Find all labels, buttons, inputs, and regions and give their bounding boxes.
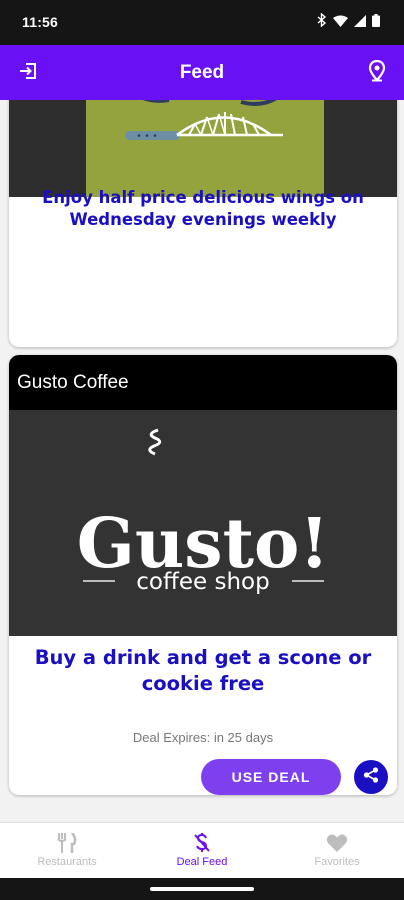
nav-item-favorites[interactable]: Favorites	[270, 823, 404, 879]
gusto-logo-image: Gusto! coffee shop	[9, 410, 397, 636]
bottom-navigation: Restaurants Deal Feed Favorites	[0, 822, 404, 879]
bluetooth-icon	[317, 12, 327, 32]
deal-description: Buy a drink and get a scone or cookie fr…	[34, 646, 372, 695]
fork-knife-icon	[0, 833, 134, 853]
system-gesture-bar	[0, 878, 404, 900]
logo-sub-text: coffee shop	[136, 569, 269, 595]
status-bar: 11:56	[0, 0, 404, 45]
signal-icon	[354, 14, 366, 32]
status-time: 11:56	[22, 14, 59, 30]
card-header: Gusto Coffee	[9, 355, 397, 410]
share-icon	[362, 766, 380, 789]
deal-description: Enjoy half price delicious wings on Wedn…	[42, 188, 364, 229]
deal-expiry: Deal Expires: in 25 days	[132, 730, 274, 745]
restaurant-logo-image: Gusto! coffee shop	[9, 410, 397, 636]
page-title: Feed	[179, 62, 225, 83]
nav-label: Deal Feed	[176, 856, 228, 868]
dollar-strike-icon	[135, 833, 269, 853]
deal-feed[interactable]: Enjoy half price delicious wings on Wedn…	[0, 100, 404, 822]
deal-card: Gusto Coffee Gusto! coffee shop Buy a dr…	[9, 355, 397, 795]
location-button[interactable]	[363, 59, 391, 87]
restaurant-name: Gusto Coffee	[17, 372, 129, 393]
battery-icon	[372, 13, 380, 32]
nav-label: Favorites	[314, 856, 360, 868]
nav-item-deal-feed[interactable]: Deal Feed	[135, 823, 269, 879]
restaurant-logo-image	[9, 100, 397, 197]
app-bar: Feed	[0, 45, 404, 100]
heart-icon	[270, 833, 404, 853]
home-gesture-handle[interactable]	[150, 887, 254, 891]
deal-image	[9, 100, 397, 197]
use-deal-button[interactable]: USE DEAL	[201, 759, 341, 795]
nav-item-restaurants[interactable]: Restaurants	[0, 823, 134, 879]
status-icons	[317, 12, 380, 32]
wifi-icon	[333, 14, 348, 32]
deal-card: Enjoy half price delicious wings on Wedn…	[9, 100, 397, 347]
location-pin-icon	[368, 59, 386, 87]
nav-label: Restaurants	[37, 856, 97, 868]
share-button[interactable]	[354, 760, 388, 794]
